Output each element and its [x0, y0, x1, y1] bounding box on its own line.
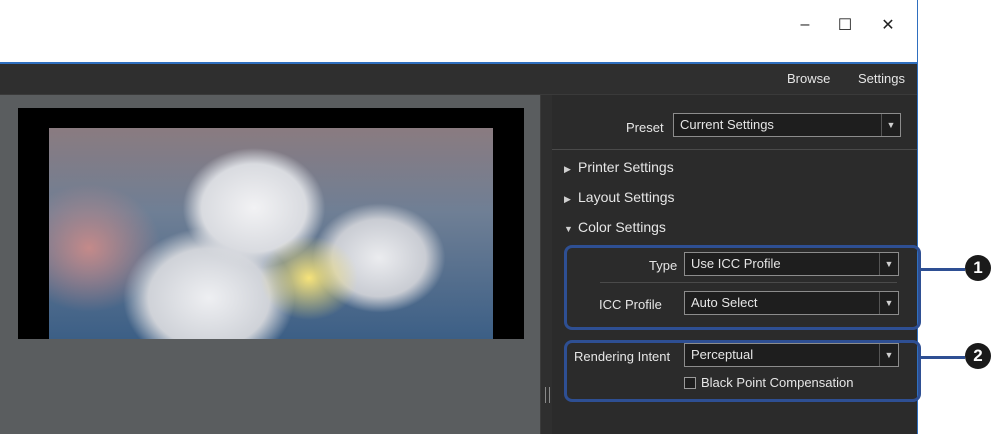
- callout-box-1: [564, 245, 921, 330]
- preset-label: Preset: [626, 120, 664, 135]
- callout-number-2: 2: [965, 343, 991, 369]
- title-bar: – ☐ ✕: [0, 0, 917, 64]
- menu-browse[interactable]: Browse: [787, 71, 830, 86]
- callout-number-1: 1: [965, 255, 991, 281]
- preset-dropdown[interactable]: Current Settings ▼: [673, 113, 901, 137]
- minimize-button[interactable]: –: [785, 10, 825, 40]
- section-label: Color Settings: [578, 219, 666, 235]
- preset-value: Current Settings: [680, 117, 774, 132]
- section-label: Printer Settings: [578, 159, 674, 175]
- menu-bar: Browse Settings: [0, 64, 917, 95]
- callout-leader-1: [921, 268, 965, 271]
- maximize-button[interactable]: ☐: [825, 10, 865, 40]
- splitter-grip-icon[interactable]: [545, 387, 550, 403]
- callout-leader-2: [921, 356, 965, 359]
- preview-image: [49, 128, 493, 339]
- expand-arrow-icon: ▶: [564, 164, 571, 174]
- callout-box-2: [564, 340, 921, 402]
- panel-splitter[interactable]: [540, 95, 552, 434]
- section-printer-settings[interactable]: ▶ Printer Settings: [564, 159, 674, 175]
- section-label: Layout Settings: [578, 189, 675, 205]
- collapse-arrow-icon: ▼: [564, 224, 573, 234]
- divider: [552, 149, 917, 150]
- preview-page: [18, 108, 524, 339]
- section-color-settings[interactable]: ▼ Color Settings: [564, 219, 666, 235]
- close-button[interactable]: ✕: [868, 10, 908, 40]
- menu-settings[interactable]: Settings: [858, 71, 905, 86]
- expand-arrow-icon: ▶: [564, 194, 571, 204]
- section-layout-settings[interactable]: ▶ Layout Settings: [564, 189, 675, 205]
- chevron-down-icon: ▼: [881, 114, 900, 136]
